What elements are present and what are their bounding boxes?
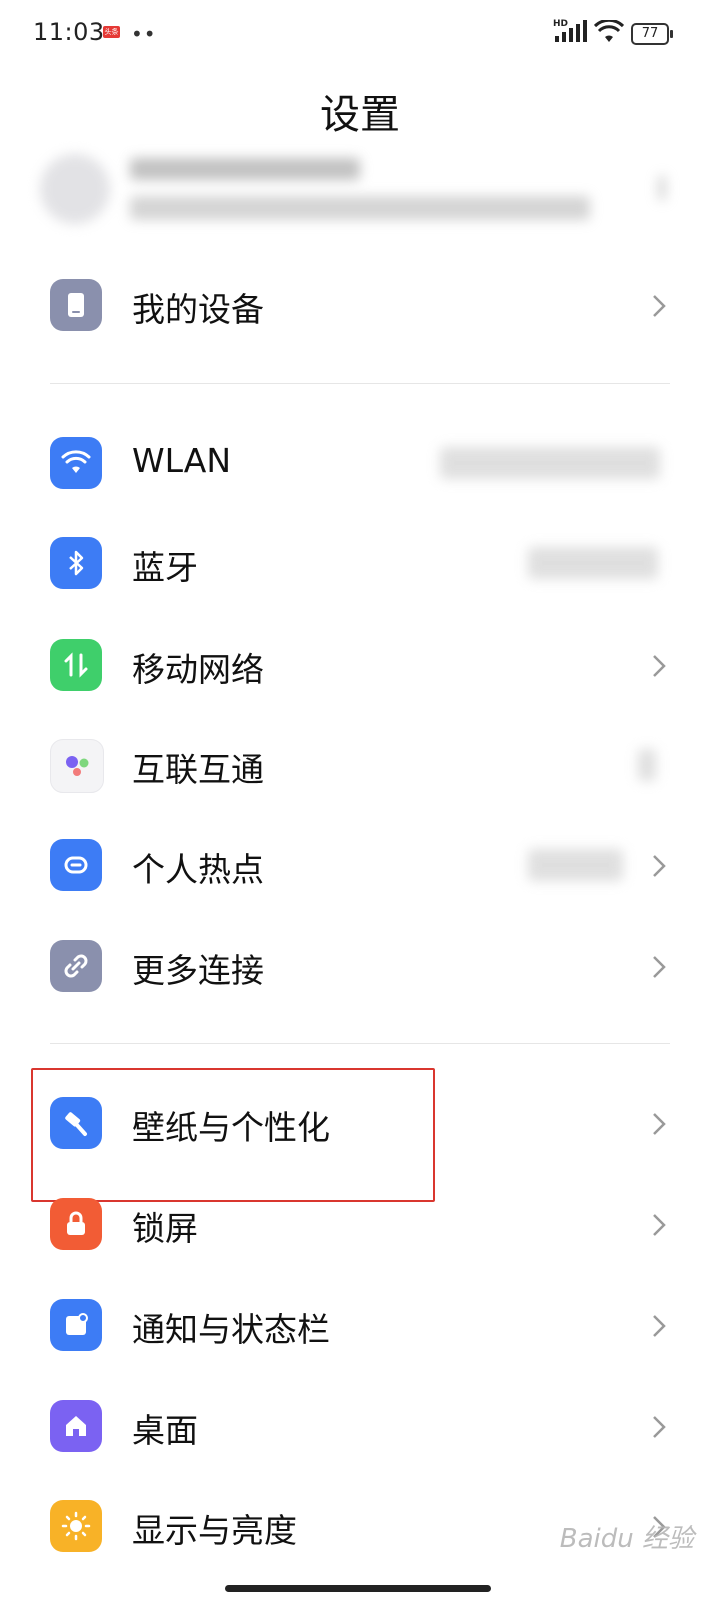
chevron-right-icon [653,295,666,317]
chevron-right-icon [653,1113,666,1135]
chevron-right-icon [653,655,666,677]
hotspot-value-blurred [528,849,623,881]
chevron-right-icon [653,1214,666,1236]
settings-item-label: 通知与状态栏 [132,1310,330,1349]
settings-item-label: 显示与亮度 [132,1511,297,1550]
settings-item-my-device[interactable]: 我的设备 [0,257,720,357]
sun-icon [50,1500,102,1552]
settings-item-mobile-network[interactable]: 移动网络 [0,617,720,717]
notification-app-icon: 头条 [103,26,120,38]
home-icon [50,1400,102,1452]
settings-item-label: 移动网络 [132,650,264,689]
settings-item-label: WLAN [132,441,232,480]
settings-item-interconnect[interactable]: 互联互通 [0,717,720,817]
interconnect-value-blurred [638,749,656,781]
settings-item-bluetooth[interactable]: 蓝牙 [0,515,720,615]
chevron-right-icon [653,855,666,877]
bluetooth-value-blurred [528,547,658,579]
hotspot-icon [50,839,102,891]
mobile-data-icon [50,639,102,691]
bluetooth-icon [50,537,102,589]
account-row[interactable] [40,150,680,230]
settings-item-home-screen[interactable]: 桌面 [0,1378,720,1478]
wifi-icon [50,437,102,489]
link-icon [50,940,102,992]
phone-icon [50,279,102,331]
more-notifications-icon: •• [131,22,157,46]
chevron-right-icon [653,1416,666,1438]
settings-item-more-connections[interactable]: 更多连接 [0,918,720,1018]
settings-item-label: 锁屏 [132,1209,198,1248]
chevron-right-icon [658,176,666,200]
divider [50,383,670,384]
account-name-blurred [130,158,360,180]
settings-item-notifications[interactable]: 通知与状态栏 [0,1277,720,1377]
wifi-status-icon [594,20,624,42]
chevron-right-icon [653,956,666,978]
interconnect-icon [50,739,104,793]
avatar [40,154,110,224]
divider [50,1043,670,1044]
settings-item-label: 互联互通 [132,750,264,789]
signal-icon [555,20,587,42]
chevron-right-icon [653,1315,666,1337]
page-title: 设置 [320,92,400,138]
notification-icon [50,1299,102,1351]
wlan-value-blurred [440,447,660,479]
lock-icon [50,1198,102,1250]
home-indicator[interactable] [225,1585,491,1592]
status-bar: 11:03 头条 •• HD 77 [0,0,720,64]
settings-item-lock-screen[interactable]: 锁屏 [0,1176,720,1276]
watermark: Baidu 经验 [559,1524,694,1554]
status-time: 11:03 [33,18,105,46]
settings-item-hotspot[interactable]: 个人热点 [0,817,720,917]
settings-item-wlan[interactable]: WLAN [0,415,720,515]
account-desc-blurred [130,196,590,220]
settings-item-label: 我的设备 [132,290,264,329]
settings-item-label: 更多连接 [132,951,264,990]
settings-item-label: 个人热点 [132,850,264,889]
battery-icon: 77 [631,23,673,45]
settings-item-label: 蓝牙 [132,548,198,587]
settings-item-label: 桌面 [132,1411,198,1450]
